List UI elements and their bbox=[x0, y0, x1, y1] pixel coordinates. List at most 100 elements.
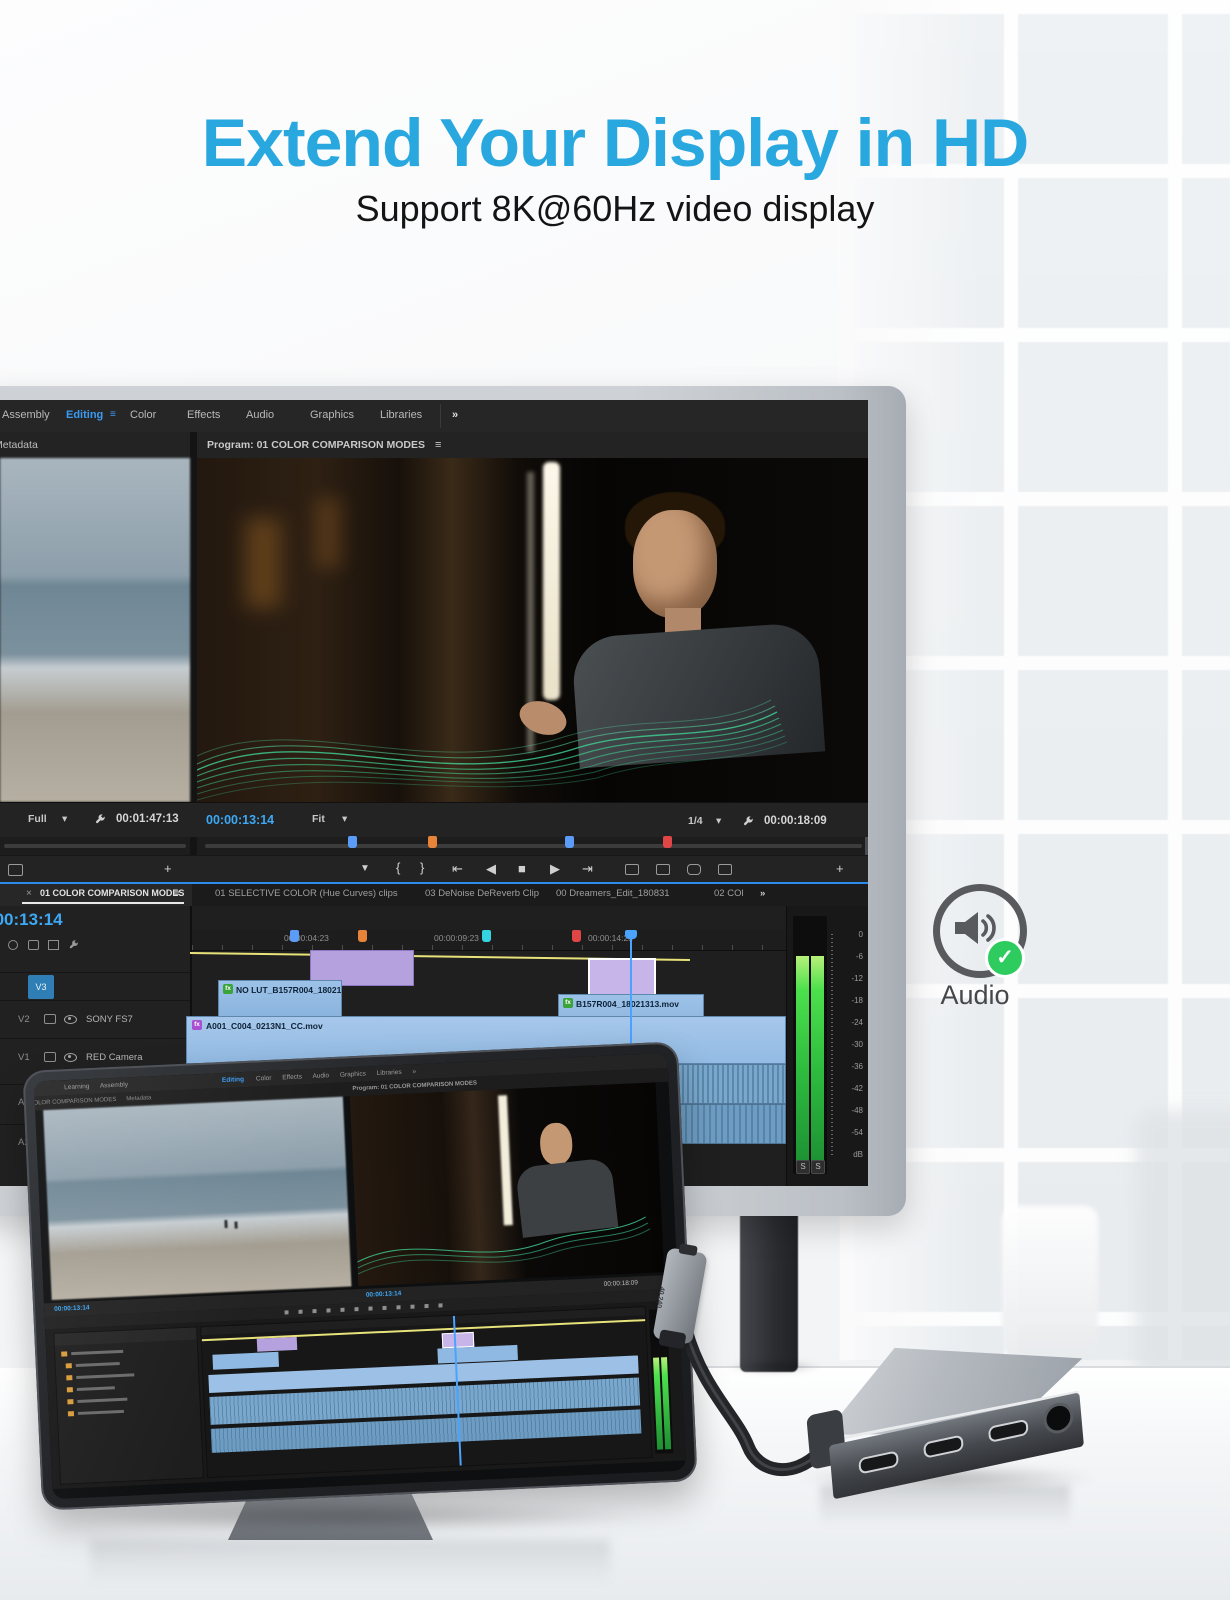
playback-resolution-select[interactable]: 1/4 bbox=[688, 815, 703, 827]
tab-graphics[interactable]: Graphics bbox=[310, 409, 354, 421]
v2-visibility-eye-icon[interactable] bbox=[64, 1015, 77, 1024]
tab-color[interactable]: Color bbox=[130, 409, 156, 421]
audio-meter-panel: S S 0 -6 -12 -18 -24 -30 -36 -42 -48 -54… bbox=[786, 906, 868, 1186]
tab-assembly[interactable]: Assembly bbox=[2, 409, 50, 421]
clip-no-lut[interactable]: fx NO LUT_B157R004_180213 bbox=[218, 980, 342, 1018]
clip-no-lut-label: NO LUT_B157R004_180213 bbox=[236, 985, 342, 995]
meter-scale-18: -18 bbox=[851, 996, 863, 1005]
timeline-tool-1[interactable] bbox=[8, 940, 18, 950]
lift-icon[interactable] bbox=[625, 864, 639, 875]
export-frame-icon[interactable] bbox=[687, 864, 701, 875]
track-header-v3[interactable]: V3 bbox=[0, 972, 190, 1001]
lamp-light-bright bbox=[543, 462, 560, 700]
desk-reflection-tablet bbox=[90, 1540, 610, 1584]
usb-c-port-3[interactable] bbox=[988, 1419, 1029, 1443]
mark-in-icon[interactable]: { bbox=[396, 860, 400, 875]
source-export-frame-icon[interactable] bbox=[8, 864, 23, 876]
sequence-tab-active[interactable]: × 01 COLOR COMPARISON MODES ≡ bbox=[0, 884, 192, 906]
meter-scale-36: -36 bbox=[851, 1062, 863, 1071]
tablet-shadow bbox=[70, 1502, 650, 1530]
monitor-controls-row: Full ▾ 00:01:47:13 00:00:13:14 Fit ▾ 1/4… bbox=[0, 802, 868, 837]
man-face bbox=[633, 510, 717, 618]
source-zoom-dropdown-icon[interactable]: ▾ bbox=[62, 813, 67, 825]
scrub-marker-red[interactable] bbox=[663, 836, 672, 848]
program-panel-title: Program: 01 COLOR COMPARISON MODES bbox=[207, 439, 425, 451]
source-settings-wrench-icon[interactable] bbox=[94, 813, 106, 825]
mark-out-icon[interactable]: } bbox=[420, 860, 424, 875]
tab-audio[interactable]: Audio bbox=[246, 409, 274, 421]
sequence-tab-label[interactable]: 01 COLOR COMPARISON MODES bbox=[40, 888, 184, 898]
usb-c-port-2[interactable] bbox=[923, 1434, 964, 1458]
scrub-marker-orange[interactable] bbox=[428, 836, 437, 848]
program-duration: 00:00:18:09 bbox=[764, 815, 827, 827]
program-fit-dropdown-icon[interactable]: ▾ bbox=[342, 813, 347, 825]
add-marker-icon[interactable]: ▼ bbox=[360, 863, 370, 874]
timeline-playhead-timecode[interactable]: 00:00:13:14 bbox=[0, 910, 63, 930]
sequence-menu-icon[interactable]: ≡ bbox=[174, 888, 180, 899]
program-settings-wrench-icon[interactable] bbox=[742, 815, 754, 827]
source-zoom-select[interactable]: Full bbox=[28, 813, 47, 825]
tab-effects[interactable]: Effects bbox=[187, 409, 220, 421]
tab-editing[interactable]: Editing bbox=[66, 409, 103, 421]
tab-libraries[interactable]: Libraries bbox=[380, 409, 422, 421]
tablet-screen-glare bbox=[34, 1053, 686, 1499]
sequence-overflow-icon[interactable]: » bbox=[760, 888, 765, 899]
audio-badge-label: Audio bbox=[913, 980, 1037, 1011]
step-forward-icon[interactable]: ▶ bbox=[550, 861, 560, 877]
bookshelf-glow2 bbox=[315, 498, 341, 568]
sequence-tab-2[interactable]: 03 DeNoise DeReverb Clip bbox=[425, 888, 539, 899]
solo-button-right[interactable]: S bbox=[811, 1160, 825, 1174]
program-scrub-bar[interactable] bbox=[205, 844, 862, 848]
program-panel-menu-icon[interactable]: ≡ bbox=[435, 439, 441, 451]
close-sequence-icon[interactable]: × bbox=[26, 888, 32, 899]
v2-track-id[interactable]: V2 bbox=[18, 1014, 30, 1025]
solo-button-left[interactable]: S bbox=[796, 1160, 810, 1174]
resolution-dropdown-icon[interactable]: ▾ bbox=[716, 815, 721, 827]
sequence-tab-3[interactable]: 00 Dreamers_Edit_180831 bbox=[556, 888, 670, 899]
source-scrub-bar[interactable] bbox=[4, 844, 186, 848]
go-to-in-icon[interactable]: ⇤ bbox=[452, 861, 463, 877]
timeline-wrench-icon[interactable] bbox=[68, 939, 79, 950]
timeline-marker-blue[interactable] bbox=[290, 930, 299, 942]
connector-tip bbox=[678, 1243, 697, 1256]
audio-jack-port[interactable] bbox=[1042, 1400, 1074, 1436]
scrub-marker-blue[interactable] bbox=[348, 836, 357, 848]
program-fit-select[interactable]: Fit bbox=[312, 813, 325, 825]
program-add-button[interactable]: + bbox=[836, 861, 844, 876]
timeline-tool-2[interactable] bbox=[28, 940, 39, 950]
step-back-icon[interactable]: ◀ bbox=[486, 861, 496, 877]
v1-track-id[interactable]: V1 bbox=[18, 1052, 30, 1063]
program-timecode[interactable]: 00:00:13:14 bbox=[206, 813, 274, 827]
v1-visibility-eye-icon[interactable] bbox=[64, 1053, 77, 1062]
ruler-time-2: 00:00:09:23 bbox=[434, 933, 479, 943]
v3-target-button[interactable]: V3 bbox=[28, 975, 54, 999]
sequence-tab-1[interactable]: 01 SELECTIVE COLOR (Hue Curves) clips bbox=[215, 888, 398, 899]
usb-c-port-1[interactable] bbox=[858, 1450, 899, 1474]
comparison-view-icon[interactable] bbox=[718, 864, 732, 875]
source-add-button[interactable]: + bbox=[164, 861, 172, 876]
source-timecode[interactable]: 00:01:47:13 bbox=[116, 813, 179, 825]
clip-b157-label: B157R004_18021313.mov bbox=[576, 999, 679, 1009]
background-chair-blur bbox=[1135, 1110, 1230, 1380]
timeline-tool-3[interactable] bbox=[48, 940, 59, 950]
timeline-marker-cyan[interactable] bbox=[482, 930, 491, 942]
metadata-panel-label[interactable]: Metadata bbox=[0, 439, 38, 451]
timeline-marker-red[interactable] bbox=[572, 930, 581, 942]
stop-icon[interactable]: ■ bbox=[518, 861, 526, 876]
ruler-ticks bbox=[192, 945, 786, 950]
go-to-out-icon[interactable]: ⇥ bbox=[582, 861, 593, 877]
sequence-tab-4[interactable]: 02 COl bbox=[714, 888, 744, 899]
v2-sync-lock-icon[interactable] bbox=[44, 1014, 56, 1024]
editing-tab-menu-icon[interactable]: ≡ bbox=[110, 409, 116, 420]
meter-scale-12: -12 bbox=[851, 974, 863, 983]
workspace-overflow-icon[interactable]: » bbox=[452, 409, 458, 421]
scrub-marker-blue2[interactable] bbox=[565, 836, 574, 848]
v1-sync-lock-icon[interactable] bbox=[44, 1052, 56, 1062]
meter-housing: S S bbox=[793, 916, 827, 1174]
extract-icon[interactable] bbox=[656, 864, 670, 875]
timeline-marker-orange[interactable] bbox=[358, 930, 367, 942]
track-header-v2[interactable]: V2 SONY FS7 bbox=[0, 1000, 190, 1039]
timeline-timecode-clip: 00:00:13:14 bbox=[0, 910, 130, 932]
meter-scale-30: -30 bbox=[851, 1040, 863, 1049]
playhead-head[interactable] bbox=[625, 930, 637, 939]
